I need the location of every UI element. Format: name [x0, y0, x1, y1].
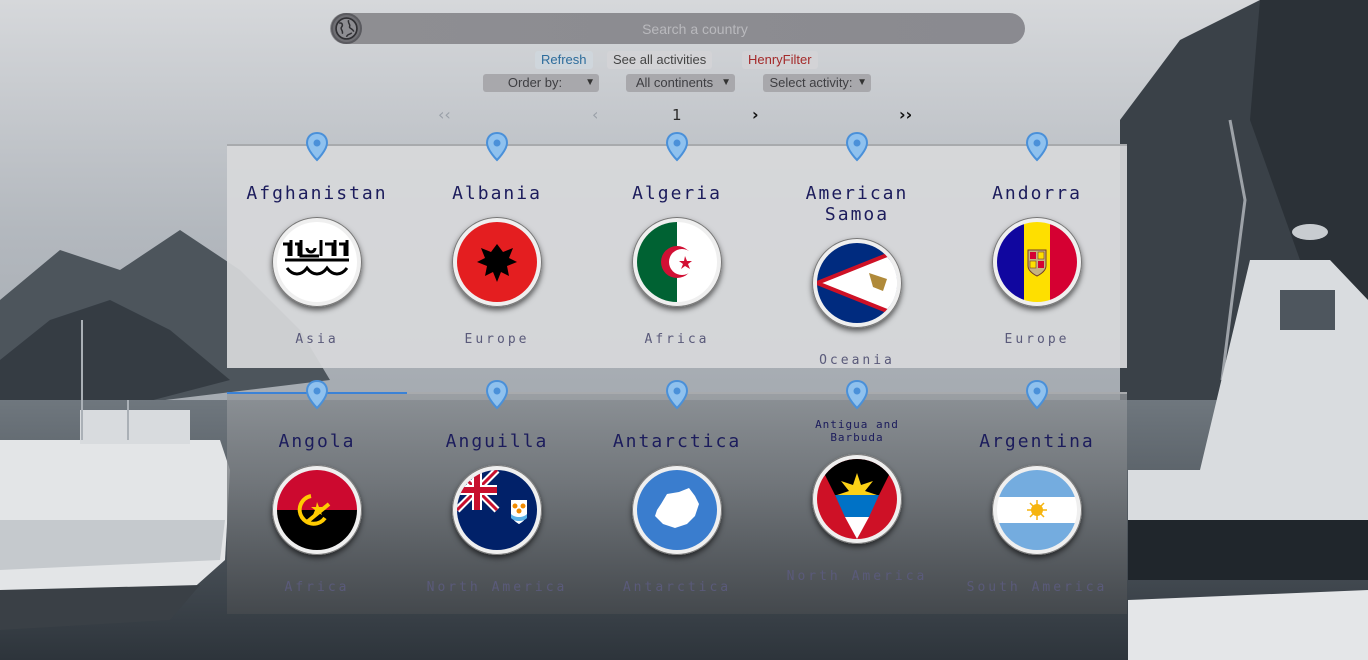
- location-pin-icon: [845, 380, 869, 410]
- action-buttons: Refresh See all activities HenryFilter: [0, 51, 1368, 69]
- search-input[interactable]: [370, 17, 1020, 40]
- see-all-activities-button[interactable]: See all activities: [607, 51, 713, 69]
- country-name: Algeria: [632, 183, 722, 204]
- flag-image: [812, 454, 902, 544]
- prev-page-button[interactable]: ‹: [592, 104, 598, 126]
- country-card[interactable]: Algeria Africa: [587, 130, 767, 360]
- flag-image: [632, 465, 722, 555]
- country-card[interactable]: Angola Africa: [227, 378, 407, 608]
- country-card[interactable]: American Samoa Oceania: [767, 130, 947, 370]
- continent-label: Asia: [295, 332, 339, 347]
- angola-flag-icon: [277, 470, 357, 550]
- location-pin-icon: [485, 380, 509, 410]
- algeria-flag-icon: [637, 222, 717, 302]
- country-card[interactable]: Albania Europe: [407, 130, 587, 360]
- location-pin-icon: [305, 132, 329, 162]
- albania-flag-icon: [457, 222, 537, 302]
- continent-label: Antarctica: [622, 580, 732, 595]
- search-bar: [330, 13, 1025, 44]
- country-name: American Samoa: [805, 183, 909, 225]
- continent-label: Europe: [1004, 332, 1070, 347]
- continent-label: Africa: [284, 580, 350, 595]
- continent-label: All continents: [635, 75, 714, 90]
- location-pin-icon: [1025, 380, 1049, 410]
- location-pin-icon: [305, 380, 329, 410]
- anguilla-flag-icon: [457, 470, 537, 550]
- argentina-flag-icon: [997, 470, 1077, 550]
- location-pin-icon: [665, 380, 689, 410]
- country-card[interactable]: Andorra Europe: [947, 130, 1127, 360]
- current-page-number: 1: [672, 106, 682, 124]
- country-name: Argentina: [979, 431, 1095, 452]
- flag-image: [992, 217, 1082, 307]
- flag-image: [812, 238, 902, 328]
- country-name: Antarctica: [612, 431, 742, 452]
- flag-image: [632, 217, 722, 307]
- country-name: Andorra: [992, 183, 1082, 204]
- country-card[interactable]: Antarctica Antarctica: [587, 378, 767, 608]
- chevron-down-icon: ▼: [585, 77, 595, 88]
- country-card[interactable]: Anguilla North America: [407, 378, 587, 608]
- country-name: Afghanistan: [246, 183, 388, 204]
- continent-label: Africa: [644, 332, 710, 347]
- location-pin-icon: [485, 132, 509, 162]
- chevron-down-icon: ▼: [721, 77, 731, 88]
- henry-filter-button[interactable]: HenryFilter: [742, 51, 818, 69]
- country-name: Anguilla: [445, 431, 549, 452]
- afghanistan-flag-icon: [277, 222, 357, 302]
- next-page-button[interactable]: ›: [752, 104, 759, 126]
- first-page-button[interactable]: ‹‹: [438, 104, 451, 126]
- last-page-button[interactable]: ››: [899, 104, 912, 126]
- country-name: Albania: [452, 183, 542, 204]
- country-name: Antigua and Barbuda: [815, 418, 899, 444]
- antigua-and-barbuda-flag-icon: [817, 459, 897, 539]
- order-by-select[interactable]: Order by: ▼: [483, 74, 599, 92]
- continent-label: South America: [966, 580, 1108, 595]
- globe-icon[interactable]: [331, 13, 362, 44]
- location-pin-icon: [665, 132, 689, 162]
- continent-label: Oceania: [819, 353, 895, 368]
- location-pin-icon: [1025, 132, 1049, 162]
- chevron-down-icon: ▼: [857, 77, 867, 88]
- country-card[interactable]: Afghanistan Asia: [227, 130, 407, 360]
- continent-label: North America: [786, 569, 928, 584]
- refresh-button[interactable]: Refresh: [535, 51, 593, 69]
- flag-image: [992, 465, 1082, 555]
- flag-image: [452, 217, 542, 307]
- american-samoa-flag-icon: [817, 243, 897, 323]
- continent-select[interactable]: All continents ▼: [626, 74, 735, 92]
- flag-image: [272, 217, 362, 307]
- flag-image: [272, 465, 362, 555]
- activity-label: Select activity:: [769, 75, 853, 90]
- continent-label: North America: [426, 580, 568, 595]
- continent-label: Europe: [464, 332, 530, 347]
- flag-image: [452, 465, 542, 555]
- location-pin-icon: [845, 132, 869, 162]
- country-name: Angola: [278, 431, 356, 452]
- order-by-label: Order by:: [507, 75, 563, 90]
- country-card[interactable]: Antigua and Barbuda North America: [767, 378, 947, 608]
- filter-selects: Order by: ▼ All continents ▼ Select acti…: [0, 74, 1368, 92]
- andorra-flag-icon: [997, 222, 1077, 302]
- activity-select[interactable]: Select activity: ▼: [763, 74, 871, 92]
- country-card[interactable]: Argentina South America: [947, 378, 1127, 608]
- antarctica-flag-icon: [637, 470, 717, 550]
- pagination: ‹‹ ‹ 1 › ››: [0, 104, 1368, 126]
